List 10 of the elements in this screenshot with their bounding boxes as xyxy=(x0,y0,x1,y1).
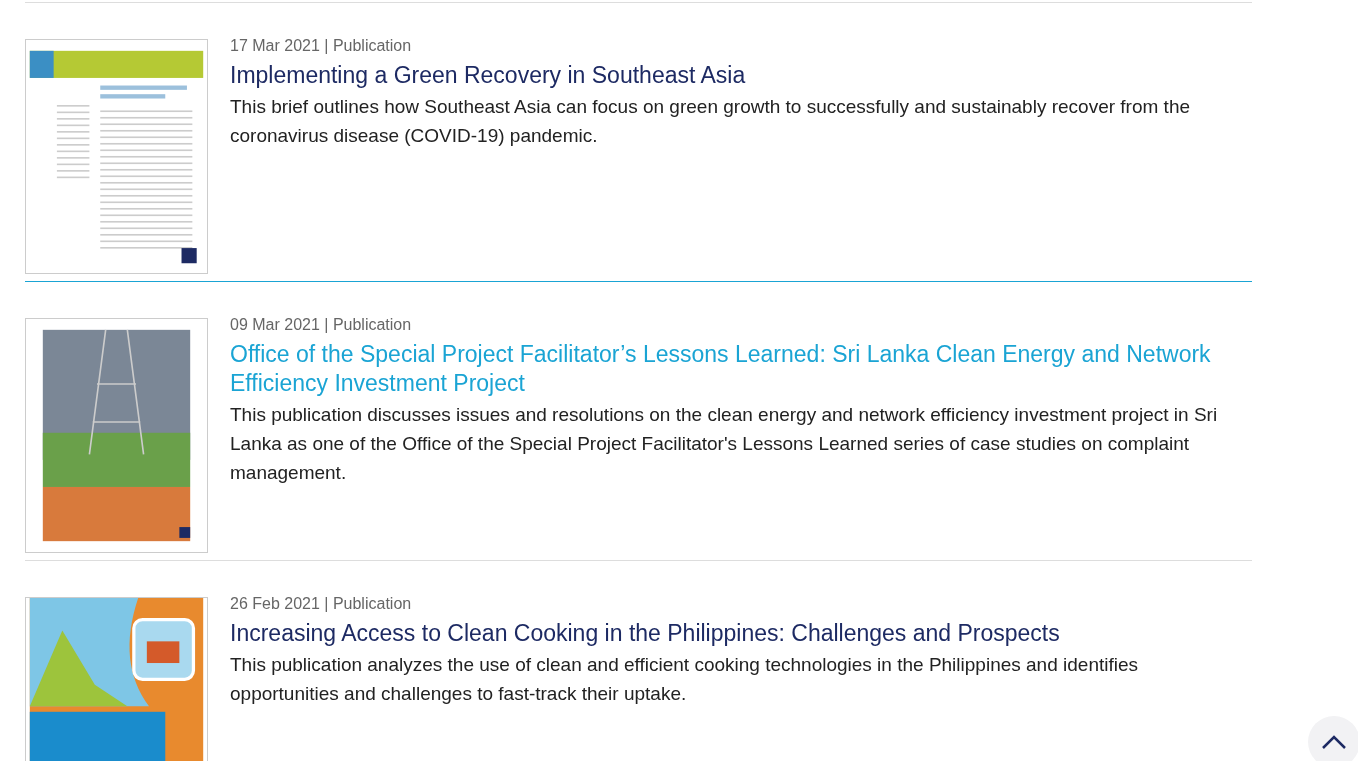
publication-summary: This brief outlines how Southeast Asia can focus on green growth to successfully and sustainably recover from the coronavirus disease (COVID-19) pandemic. xyxy=(230,95,1191,148)
date-and-type: 09 Mar 2021 | Publication xyxy=(230,316,413,334)
scroll-to-top-button[interactable] xyxy=(1308,716,1358,761)
date-and-type: 17 Mar 2021 | Publication xyxy=(230,37,413,55)
publication-title-link[interactable]: Implementing a Green Recovery in Southeast Asia xyxy=(230,61,1242,90)
chevron-up-icon xyxy=(1321,734,1347,750)
publication-summary: This publication analyzes the use of clean and efficient cooking technologies in the Philippines and identifies opportunities and challenges to fast-track their uptake. xyxy=(230,653,1140,706)
publication-summary: This publication discusses issues and resolutions on the clean energy and network efficiency investment project in Sri Lanka as one of the Office of the Special Project Facilitator's Lessons Learned series of case studies on complaint management. xyxy=(230,403,1219,485)
publication-title-link[interactable]: Increasing Access to Clean Cooking in the Philippines: Challenges and Prospects xyxy=(230,619,1242,648)
date-and-type: 26 Feb 2021 | Publication xyxy=(230,595,413,613)
